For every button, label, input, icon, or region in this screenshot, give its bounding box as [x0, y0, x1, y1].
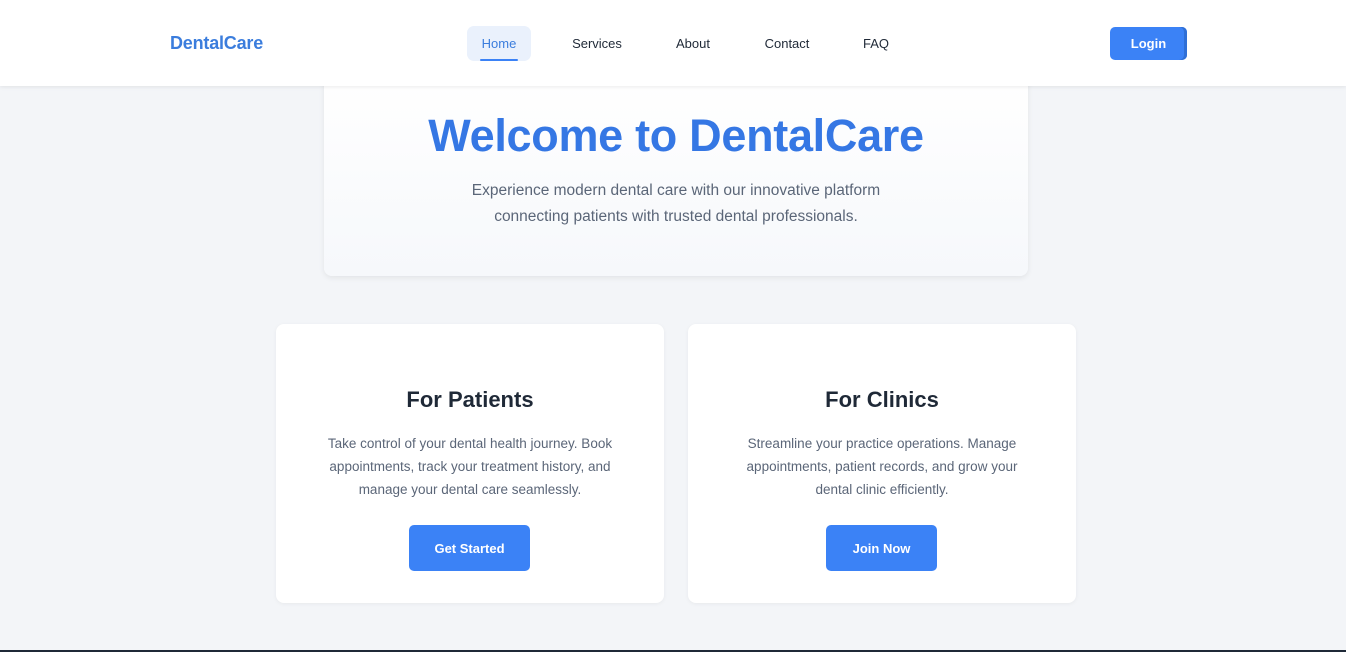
nav-link-services[interactable]: Services — [562, 26, 632, 61]
card-description: Take control of your dental health journ… — [327, 436, 613, 497]
hero-subtitle: Experience modern dental care with our i… — [471, 182, 881, 225]
join-now-button[interactable]: Join Now — [826, 525, 937, 571]
get-started-button[interactable]: Get Started — [409, 525, 530, 571]
nav-link-about[interactable]: About — [663, 26, 723, 61]
card-title: For Clinics — [825, 387, 939, 412]
patients-card: For Patients Take control of your dental… — [276, 324, 664, 603]
clinics-card: For Clinics Streamline your practice ope… — [688, 324, 1076, 603]
nav-link-home[interactable]: Home — [467, 26, 531, 61]
login-button[interactable]: Login — [1110, 27, 1187, 60]
card-title: For Patients — [406, 387, 534, 412]
hero-title: Welcome to DentalCare — [428, 110, 924, 161]
top-navbar: DentalCare Home Services About Contact F… — [0, 0, 1346, 86]
nav-link-contact[interactable]: Contact — [754, 26, 820, 61]
brand-logo[interactable]: DentalCare — [170, 33, 263, 54]
card-description: Streamline your practice operations. Man… — [746, 436, 1018, 497]
hero-section: Welcome to DentalCare Experience modern … — [324, 74, 1028, 276]
nav-link-faq[interactable]: FAQ — [852, 26, 900, 61]
